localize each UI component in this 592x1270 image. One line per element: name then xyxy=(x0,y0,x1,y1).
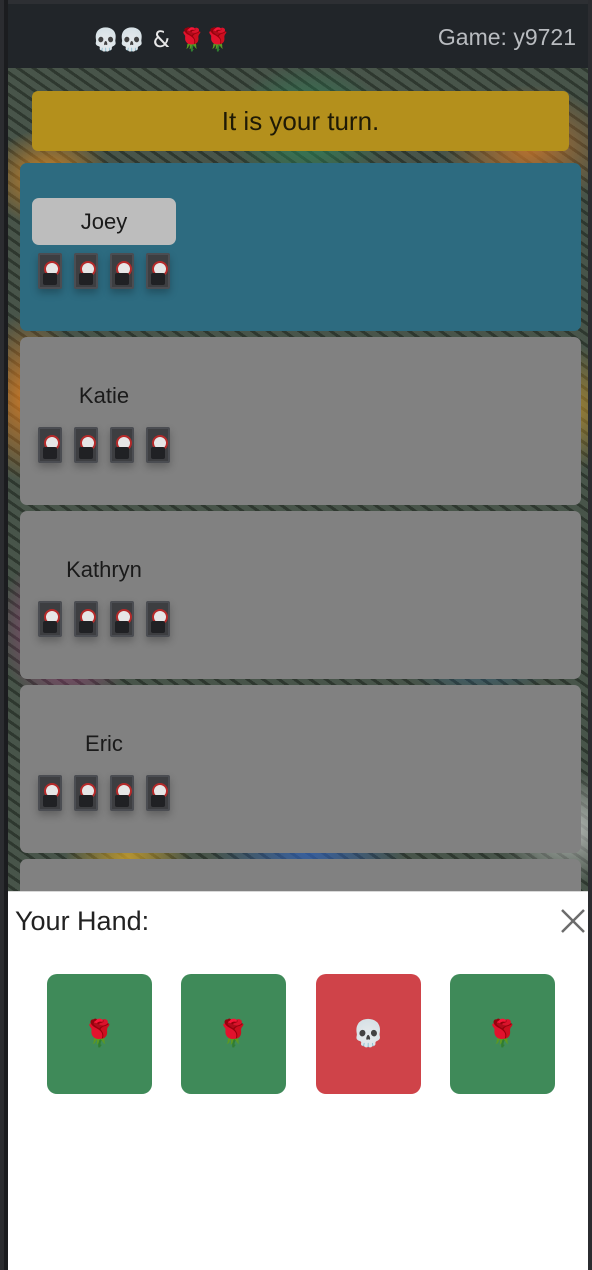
face-down-card-icon xyxy=(74,253,98,289)
close-icon[interactable] xyxy=(560,908,586,934)
skull-icons: 💀💀 xyxy=(92,27,146,53)
hand-card-rose[interactable]: 🌹 xyxy=(47,974,152,1094)
rose-icon: 🌹 xyxy=(486,1019,519,1049)
hand-title: Your Hand: xyxy=(15,906,150,936)
brand-logo[interactable]: 💀💀 & 🌹🌹 xyxy=(92,26,232,54)
player-tokens xyxy=(38,601,170,637)
brand-ampersand: & xyxy=(152,27,170,53)
face-down-card-icon xyxy=(74,601,98,637)
skull-icon: 💀 xyxy=(352,1019,385,1049)
player-name: Kathryn xyxy=(66,556,142,582)
rose-icon: 🌹 xyxy=(217,1019,250,1049)
navbar: 💀💀 & 🌹🌹 Game: y9721 xyxy=(8,0,588,68)
face-down-card-icon xyxy=(110,427,134,463)
game-id-label: Game: y9721 xyxy=(437,24,576,50)
face-down-card-icon xyxy=(38,601,62,637)
player-card-eric[interactable]: Eric xyxy=(20,685,581,853)
player-tokens xyxy=(38,253,170,289)
face-down-card-icon xyxy=(38,253,62,289)
face-down-card-icon xyxy=(110,253,134,289)
rose-icon: 🌹 xyxy=(83,1019,116,1049)
face-down-card-icon xyxy=(38,775,62,811)
hand-card-rose[interactable]: 🌹 xyxy=(181,974,286,1094)
turn-alert: It is your turn. xyxy=(32,91,569,151)
face-down-card-icon xyxy=(74,427,98,463)
face-down-card-icon xyxy=(146,775,170,811)
player-card-katie[interactable]: Katie xyxy=(20,337,581,505)
hand-card-rose[interactable]: 🌹 xyxy=(450,974,555,1094)
player-name: Joey xyxy=(32,198,176,245)
face-down-card-icon xyxy=(146,427,170,463)
hand-card-skull[interactable]: 💀 xyxy=(316,974,421,1094)
player-card-joey[interactable]: Joey xyxy=(20,163,581,331)
player-tokens xyxy=(38,427,170,463)
face-down-card-icon xyxy=(146,253,170,289)
face-down-card-icon xyxy=(110,775,134,811)
player-name: Katie xyxy=(78,382,130,408)
face-down-card-icon xyxy=(146,601,170,637)
face-down-card-icon xyxy=(74,775,98,811)
app-frame: 💀💀 & 🌹🌹 Game: y9721 It is your turn. Joe… xyxy=(0,0,592,1270)
player-tokens xyxy=(38,775,170,811)
face-down-card-icon xyxy=(110,601,134,637)
face-down-card-icon xyxy=(38,427,62,463)
player-name: Eric xyxy=(85,730,123,756)
player-card-kathryn[interactable]: Kathryn xyxy=(20,511,581,679)
hand-panel: Your Hand: 🌹 🌹 💀 🌹 xyxy=(8,891,588,1270)
rose-icons: 🌹🌹 xyxy=(177,27,232,53)
